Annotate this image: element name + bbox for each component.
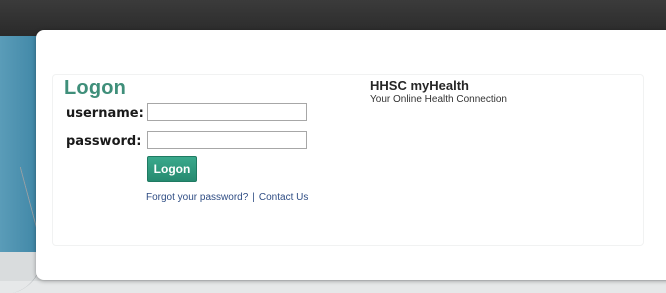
brand-subtitle: Your Online Health Connection [370, 94, 507, 105]
password-input[interactable] [147, 131, 307, 149]
brand-title: HHSC myHealth [370, 78, 469, 93]
username-input[interactable] [147, 103, 307, 121]
logon-title: Logon [64, 77, 127, 99]
logon-button[interactable]: Logon [147, 156, 197, 182]
help-links: Forgot your password? | Contact Us [146, 192, 308, 203]
logon-card [36, 30, 666, 280]
link-separator: | [252, 192, 255, 203]
logon-panel [52, 74, 644, 246]
forgot-password-link[interactable]: Forgot your password? [146, 192, 248, 203]
contact-us-link[interactable]: Contact Us [259, 192, 308, 203]
password-label: password: [66, 134, 142, 149]
username-label: username: [66, 106, 144, 121]
